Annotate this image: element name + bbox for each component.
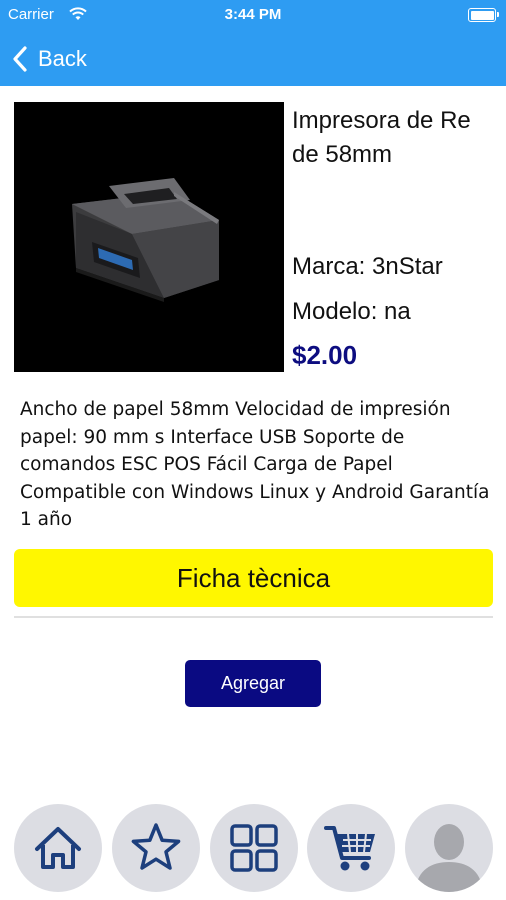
tab-profile[interactable] [405, 804, 493, 892]
tab-categories[interactable] [210, 804, 298, 892]
battery-icon [468, 8, 499, 22]
spec-sheet-button[interactable]: Ficha tècnica [14, 549, 493, 607]
product-model: Modelo: na [292, 298, 411, 325]
status-time: 3:44 PM [224, 6, 282, 23]
product-price: $2.00 [292, 340, 358, 370]
product-description: Ancho de papel 58mm Velocidad de impresi… [20, 399, 490, 530]
chevron-left-icon [13, 46, 27, 72]
back-button[interactable]: Back [10, 42, 87, 76]
product-title-line-2: de 58mm [292, 141, 393, 168]
receipt-printer-icon [72, 178, 219, 302]
add-to-cart-button[interactable]: Agregar [185, 660, 321, 707]
profile-icon [415, 824, 483, 892]
navigation-bar: Back [0, 32, 506, 86]
divider [14, 616, 493, 618]
cart-icon [324, 826, 375, 871]
tab-home[interactable] [14, 804, 102, 892]
tab-favorites[interactable] [112, 804, 200, 892]
home-icon [35, 827, 81, 869]
back-button-label: Back [38, 46, 87, 71]
product-brand: Marca: 3nStar [292, 253, 443, 280]
product-image [14, 102, 284, 372]
product-title: Impresora de Re de 58mm [292, 104, 506, 176]
tab-cart[interactable] [307, 804, 395, 892]
product-title-line-1: Impresora de Re [292, 107, 471, 134]
star-icon [131, 823, 181, 870]
grid-icon [230, 824, 278, 872]
status-bar: Carrier 3:44 PM [0, 0, 506, 32]
